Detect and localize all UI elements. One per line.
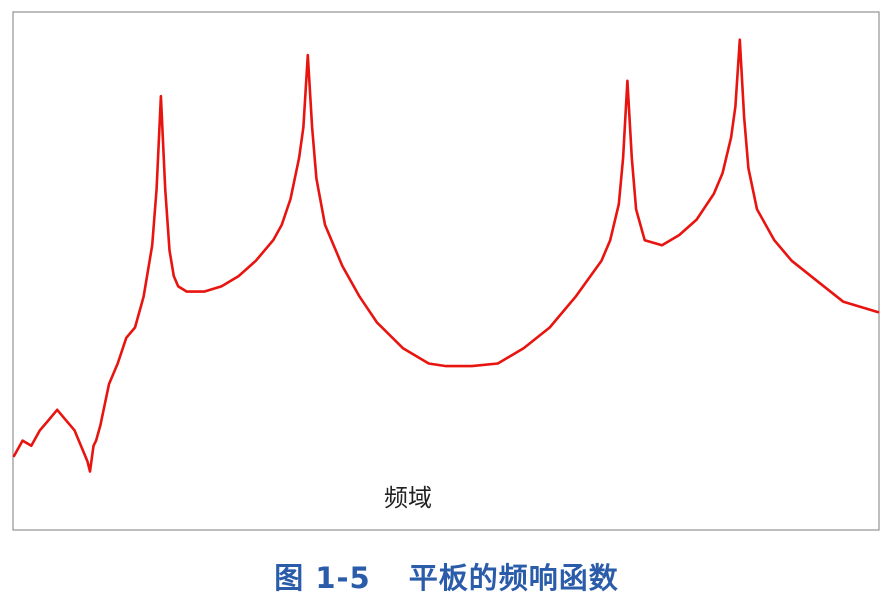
frequency-response-chart: 频域 [12,11,880,531]
plot-frame [12,11,880,531]
x-axis-label: 频域 [384,484,432,512]
frequency-response-curve [12,38,880,473]
figure-title: 平板的频响函数 [408,561,619,595]
figure-caption: 图 1-5 平板的频响函数 [0,555,893,597]
figure-number: 图 1-5 [274,561,371,595]
